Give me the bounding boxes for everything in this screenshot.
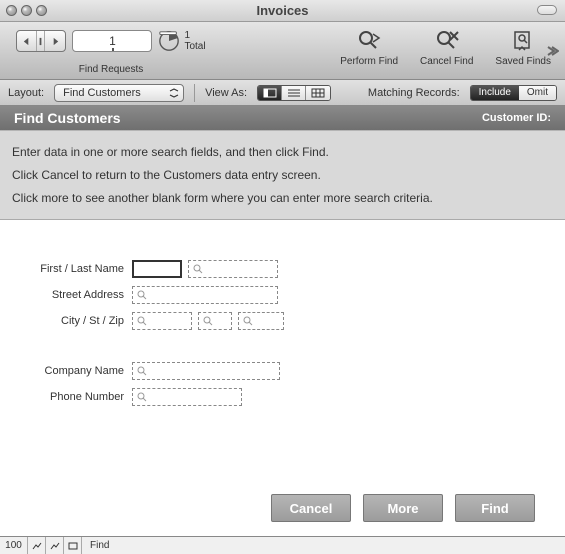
perform-find-icon [356,28,382,54]
layout-header: Find Customers Customer ID: [0,106,565,130]
total-count: 1 [184,30,205,41]
view-as-table-button[interactable] [306,86,330,100]
last-name-field[interactable] [188,260,278,278]
state-field[interactable] [198,312,232,330]
omit-button[interactable]: Omit [519,86,556,100]
instructions-panel: Enter data in one or more search fields,… [0,130,565,220]
view-as-list-button[interactable] [282,86,306,100]
viewas-label: View As: [205,87,247,99]
zoom-window-button[interactable] [36,5,47,16]
cancel-find-icon [434,28,460,54]
search-icon [137,392,147,402]
pie-chart-icon [158,30,180,52]
toolbar-overflow-button[interactable] [545,44,559,58]
prev-record-button[interactable] [17,31,37,51]
total-label: Total [184,41,205,52]
zip-field[interactable] [238,312,284,330]
minimize-window-button[interactable] [21,5,32,16]
record-nav-divider [37,31,45,51]
zoom-level[interactable]: 100 [0,537,28,554]
instruction-line-3: Click more to see another blank form whe… [12,187,553,210]
phone-number-field[interactable] [132,388,242,406]
phone-label: Phone Number [20,391,132,403]
first-last-label: First / Last Name [20,263,132,275]
cancel-button[interactable]: Cancel [271,494,351,522]
include-button[interactable]: Include [471,86,519,100]
customer-id-label: Customer ID: [482,112,551,124]
chevron-down-icon [169,88,179,98]
divider [194,84,195,102]
layout-select[interactable]: Find Customers [54,84,184,102]
layout-value: Find Customers [63,87,141,99]
record-count-group: 1 Total [158,30,205,52]
city-field[interactable] [132,312,192,330]
company-name-field[interactable] [132,362,280,380]
view-as-toggle [257,85,331,101]
mode-label: Find [82,540,109,551]
cancel-find-button[interactable]: Cancel Find [412,26,481,67]
matching-toggle: Include Omit [470,85,557,101]
search-icon [203,316,213,326]
saved-finds-icon [510,28,536,54]
instruction-line-1: Enter data in one or more search fields,… [12,141,553,164]
city-st-zip-label: City / St / Zip [20,315,132,327]
zoom-in-button[interactable] [46,537,64,554]
find-requests-label: Find Requests [79,64,143,75]
titlebar: Invoices [0,0,565,22]
find-form: First / Last Name Street Address City / … [0,220,565,536]
more-button[interactable]: More [363,494,443,522]
layout-bar: Layout: Find Customers View As: Matching… [0,80,565,106]
company-label: Company Name [20,365,132,377]
view-as-form-button[interactable] [258,86,282,100]
street-address-field[interactable] [132,286,278,304]
saved-finds-label: Saved Finds [495,56,551,67]
search-icon [137,366,147,376]
close-window-button[interactable] [6,5,17,16]
status-bar: 100 Find [0,536,565,554]
main-toolbar: 1 1 Total Find Requests [0,22,565,80]
perform-find-button[interactable]: Perform Find [332,26,406,67]
perform-find-label: Perform Find [340,56,398,67]
next-record-button[interactable] [45,31,65,51]
record-nav-buttons [16,30,66,52]
search-icon [137,290,147,300]
find-button[interactable]: Find [455,494,535,522]
layout-label: Layout: [8,87,44,99]
street-label: Street Address [20,289,132,301]
instruction-line-2: Click Cancel to return to the Customers … [12,164,553,187]
search-icon [193,264,203,274]
search-icon [243,316,253,326]
zoom-out-button[interactable] [28,537,46,554]
toolbar-pill-button[interactable] [537,5,557,15]
matching-label: Matching Records: [368,87,460,99]
first-name-field[interactable] [132,260,182,278]
current-record-number: 1 [109,34,116,48]
search-icon [137,316,147,326]
record-slider[interactable]: 1 [72,30,152,52]
status-panel-button[interactable] [64,537,82,554]
cancel-find-label: Cancel Find [420,56,473,67]
window-title: Invoices [0,3,565,18]
layout-title: Find Customers [14,110,121,126]
